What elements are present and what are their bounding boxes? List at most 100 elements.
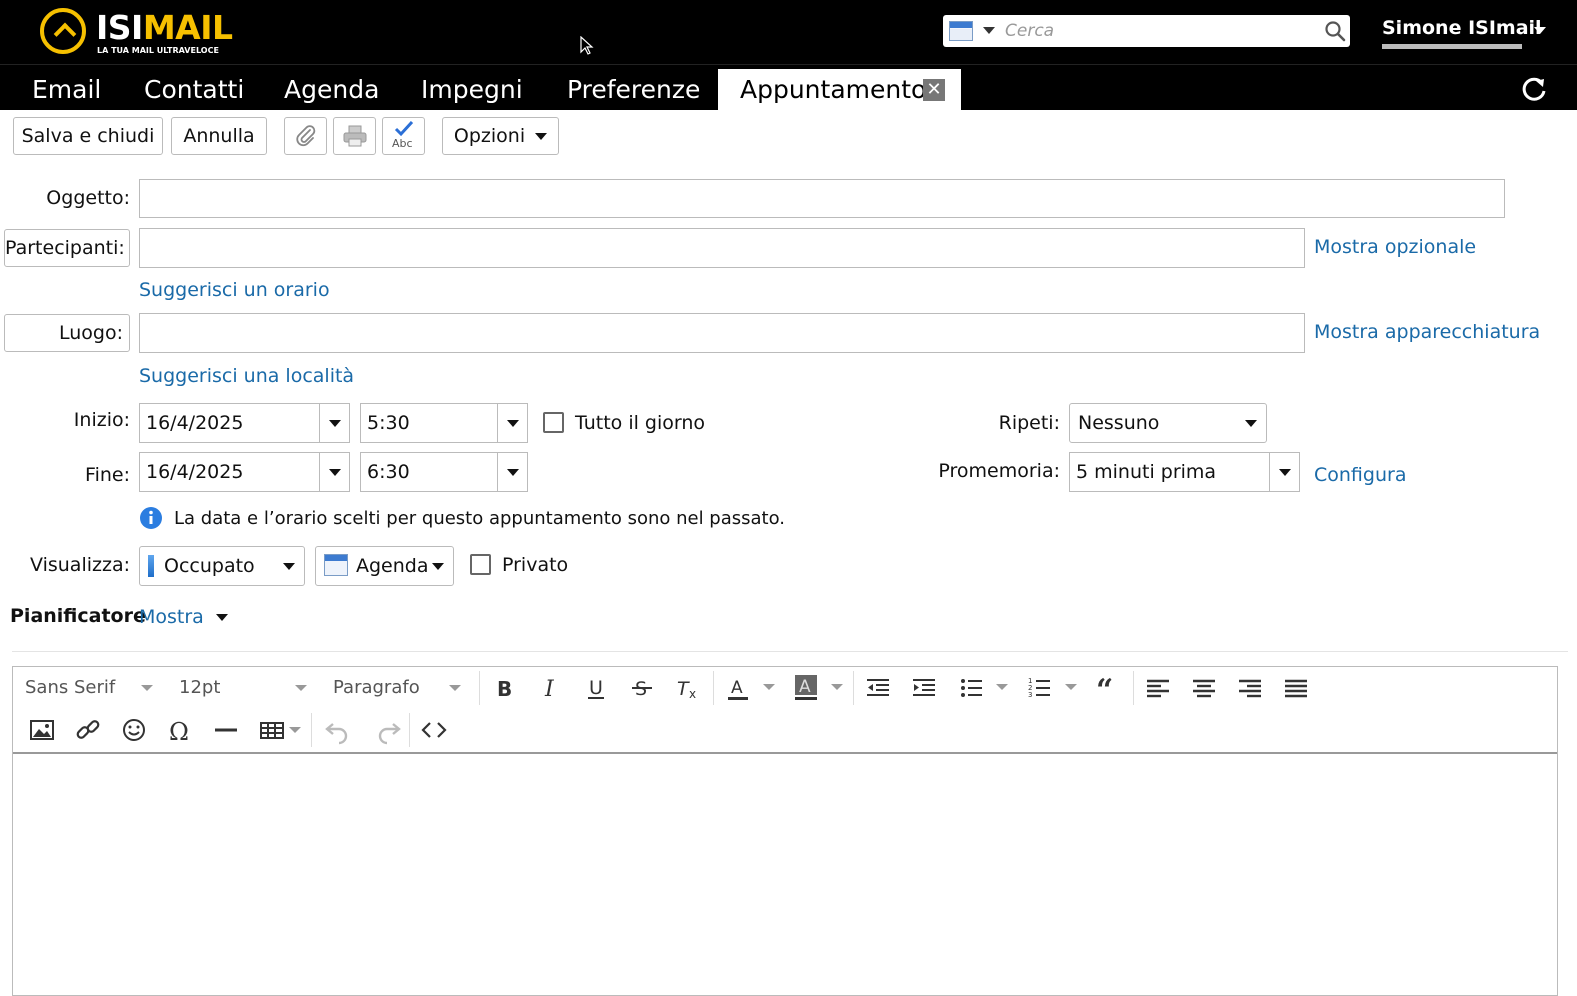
options-button[interactable]: Opzioni — [442, 117, 559, 155]
user-menu-name[interactable]: Simone ISImail — [1382, 17, 1542, 39]
tab-agenda[interactable]: Agenda — [268, 69, 395, 111]
redo-icon[interactable] — [373, 715, 403, 745]
italic-icon[interactable]: I — [535, 673, 565, 703]
user-menu-chevron-icon[interactable] — [1534, 27, 1546, 34]
calendar-value: Agenda — [356, 555, 429, 577]
end-date-field[interactable]: 16/4/2025 — [139, 452, 350, 492]
chevron-down-icon — [215, 614, 228, 621]
scheduler-label: Pianificatore — [10, 605, 146, 627]
all-day-checkbox[interactable] — [543, 412, 564, 433]
svg-text:I: I — [544, 677, 555, 702]
print-button[interactable] — [333, 117, 376, 155]
horizontal-rule-icon[interactable] — [211, 715, 241, 745]
align-left-icon[interactable] — [1143, 673, 1173, 703]
align-justify-icon[interactable] — [1281, 673, 1311, 703]
bullet-list-icon[interactable] — [957, 673, 987, 703]
font-family-value: Sans Serif — [25, 677, 116, 698]
chevron-down-icon[interactable] — [1065, 684, 1077, 690]
subject-input[interactable] — [139, 179, 1505, 218]
save-close-button[interactable]: Salva e chiudi — [13, 117, 163, 155]
table-icon[interactable] — [257, 715, 287, 745]
suggest-time-link[interactable]: Suggerisci un orario — [139, 279, 330, 301]
tab-email[interactable]: Email — [16, 69, 117, 111]
text-color-icon[interactable]: A — [723, 673, 753, 703]
logo-mark-icon — [40, 8, 86, 54]
clear-formatting-icon[interactable]: Tx — [673, 673, 703, 703]
repeat-value: Nessuno — [1078, 412, 1160, 434]
undo-icon[interactable] — [323, 715, 353, 745]
tab-contatti[interactable]: Contatti — [128, 69, 260, 111]
busy-status-select[interactable]: Occupato — [139, 546, 305, 586]
isimail-logo[interactable]: ISIMAIL LA TUA MAIL ULTRAVELOCE — [40, 8, 240, 58]
busy-color-swatch — [148, 555, 154, 577]
chevron-down-icon[interactable] — [831, 684, 843, 690]
close-tab-icon[interactable]: ✕ — [923, 79, 945, 101]
location-input[interactable] — [139, 313, 1305, 353]
start-date-value: 16/4/2025 — [146, 412, 244, 434]
private-checkbox[interactable] — [470, 554, 491, 575]
start-date-field[interactable]: 16/4/2025 — [139, 403, 350, 443]
svg-text:A: A — [799, 677, 811, 697]
special-character-icon[interactable]: Ω — [165, 715, 195, 746]
chevron-down-icon — [423, 547, 453, 585]
toolbar-separator — [479, 671, 480, 705]
reminder-field[interactable]: 5 minuti prima — [1069, 452, 1300, 492]
font-size-value: 12pt — [179, 677, 221, 698]
start-time-field[interactable]: 5:30 — [360, 403, 528, 443]
background-color-icon[interactable]: A — [791, 673, 821, 703]
blockquote-icon[interactable]: “ — [1093, 673, 1123, 708]
configure-link[interactable]: Configura — [1314, 464, 1406, 486]
chevron-down-icon — [535, 133, 548, 140]
numbered-list-icon[interactable]: 123 — [1025, 673, 1055, 703]
outdent-icon[interactable] — [863, 673, 893, 703]
font-family-select[interactable]: Sans Serif — [25, 677, 115, 698]
show-equipment-link[interactable]: Mostra apparecchiatura — [1314, 321, 1540, 343]
calendar-scope-icon[interactable] — [949, 21, 973, 41]
chevron-down-icon[interactable] — [763, 684, 775, 690]
chevron-down-icon — [141, 685, 153, 691]
scheduler-show-link[interactable]: Mostra — [139, 606, 228, 628]
refresh-icon[interactable] — [1518, 74, 1550, 106]
tab-appuntamento[interactable]: Appuntamento ✕ — [718, 69, 961, 111]
editor-content-area[interactable] — [13, 754, 1557, 994]
chevron-down-icon[interactable] — [996, 684, 1008, 690]
calendar-select[interactable]: Agenda — [315, 546, 454, 586]
block-format-select[interactable]: Paragrafo — [333, 677, 420, 698]
attach-button[interactable] — [284, 117, 327, 155]
location-button[interactable]: Luogo: — [4, 314, 130, 352]
attendees-button[interactable]: Partecipanti: — [4, 229, 130, 267]
chevron-down-icon — [295, 685, 307, 691]
chevron-down-icon[interactable] — [983, 27, 995, 34]
search-input[interactable] — [1003, 17, 1313, 45]
repeat-select[interactable]: Nessuno — [1069, 403, 1267, 443]
tab-impegni[interactable]: Impegni — [405, 69, 539, 111]
calendar-icon — [324, 554, 348, 576]
chevron-down-icon — [449, 685, 461, 691]
source-code-icon[interactable] — [419, 715, 449, 745]
font-size-select[interactable]: 12pt — [179, 677, 220, 698]
end-time-dropdown-icon[interactable] — [497, 453, 527, 491]
attendees-input[interactable] — [139, 228, 1305, 268]
cancel-button[interactable]: Annulla — [171, 117, 267, 155]
tab-preferenze[interactable]: Preferenze — [551, 69, 716, 111]
start-time-dropdown-icon[interactable] — [497, 404, 527, 442]
emoticon-icon[interactable] — [119, 715, 149, 745]
reminder-dropdown-icon[interactable] — [1269, 453, 1299, 491]
spellcheck-button[interactable]: Abc — [382, 117, 425, 155]
start-date-dropdown-icon[interactable] — [319, 404, 349, 442]
underline-icon[interactable]: U — [581, 673, 611, 703]
strikethrough-icon[interactable]: S — [627, 673, 657, 703]
align-center-icon[interactable] — [1189, 673, 1219, 703]
indent-icon[interactable] — [909, 673, 939, 703]
end-date-dropdown-icon[interactable] — [319, 453, 349, 491]
bold-icon[interactable]: B — [489, 673, 519, 703]
end-time-field[interactable]: 6:30 — [360, 452, 528, 492]
toolbar-separator — [853, 671, 854, 705]
align-right-icon[interactable] — [1235, 673, 1265, 703]
search-icon[interactable] — [1324, 20, 1346, 42]
insert-link-icon[interactable] — [73, 715, 103, 745]
show-optional-link[interactable]: Mostra opzionale — [1314, 236, 1476, 258]
chevron-down-icon[interactable] — [289, 727, 301, 733]
insert-image-icon[interactable] — [27, 715, 57, 745]
suggest-location-link[interactable]: Suggerisci una località — [139, 365, 354, 387]
